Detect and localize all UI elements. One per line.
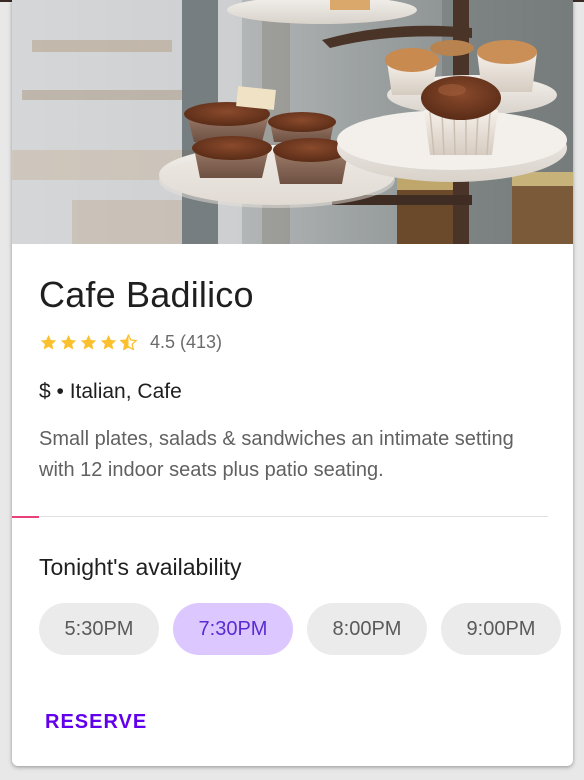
star-full-icon	[80, 334, 97, 350]
time-chip[interactable]: 9:00PM	[441, 603, 561, 655]
star-full-icon	[100, 334, 117, 350]
time-chip[interactable]: 5:30PM	[39, 603, 159, 655]
time-chip-group: 5:30PM 7:30PM 8:00PM 9:00PM	[39, 603, 561, 655]
star-full-icon	[40, 334, 57, 350]
hero-image	[12, 0, 573, 244]
restaurant-description: Small plates, salads & sandwiches an int…	[39, 428, 514, 481]
rating-text: 4.5 (413)	[150, 331, 223, 352]
price-cuisine: $ • Italian, Cafe	[39, 380, 182, 403]
restaurant-title: Cafe Badilico	[39, 274, 254, 315]
rating-row: 4.5 (413)	[39, 330, 222, 354]
star-full-icon	[60, 334, 77, 350]
star-half-icon	[120, 333, 137, 350]
star-rating	[39, 333, 138, 352]
restaurant-card: Cafe Badilico 4.5 (413) $ • Italian, Caf…	[12, 0, 573, 766]
time-chip[interactable]: 8:00PM	[307, 603, 427, 655]
time-chip-selected[interactable]: 7:30PM	[173, 603, 293, 655]
divider	[12, 516, 548, 517]
divider-accent	[12, 516, 39, 518]
reserve-button[interactable]: RESERVE	[45, 711, 147, 734]
availability-title: Tonight's availability	[39, 554, 242, 580]
